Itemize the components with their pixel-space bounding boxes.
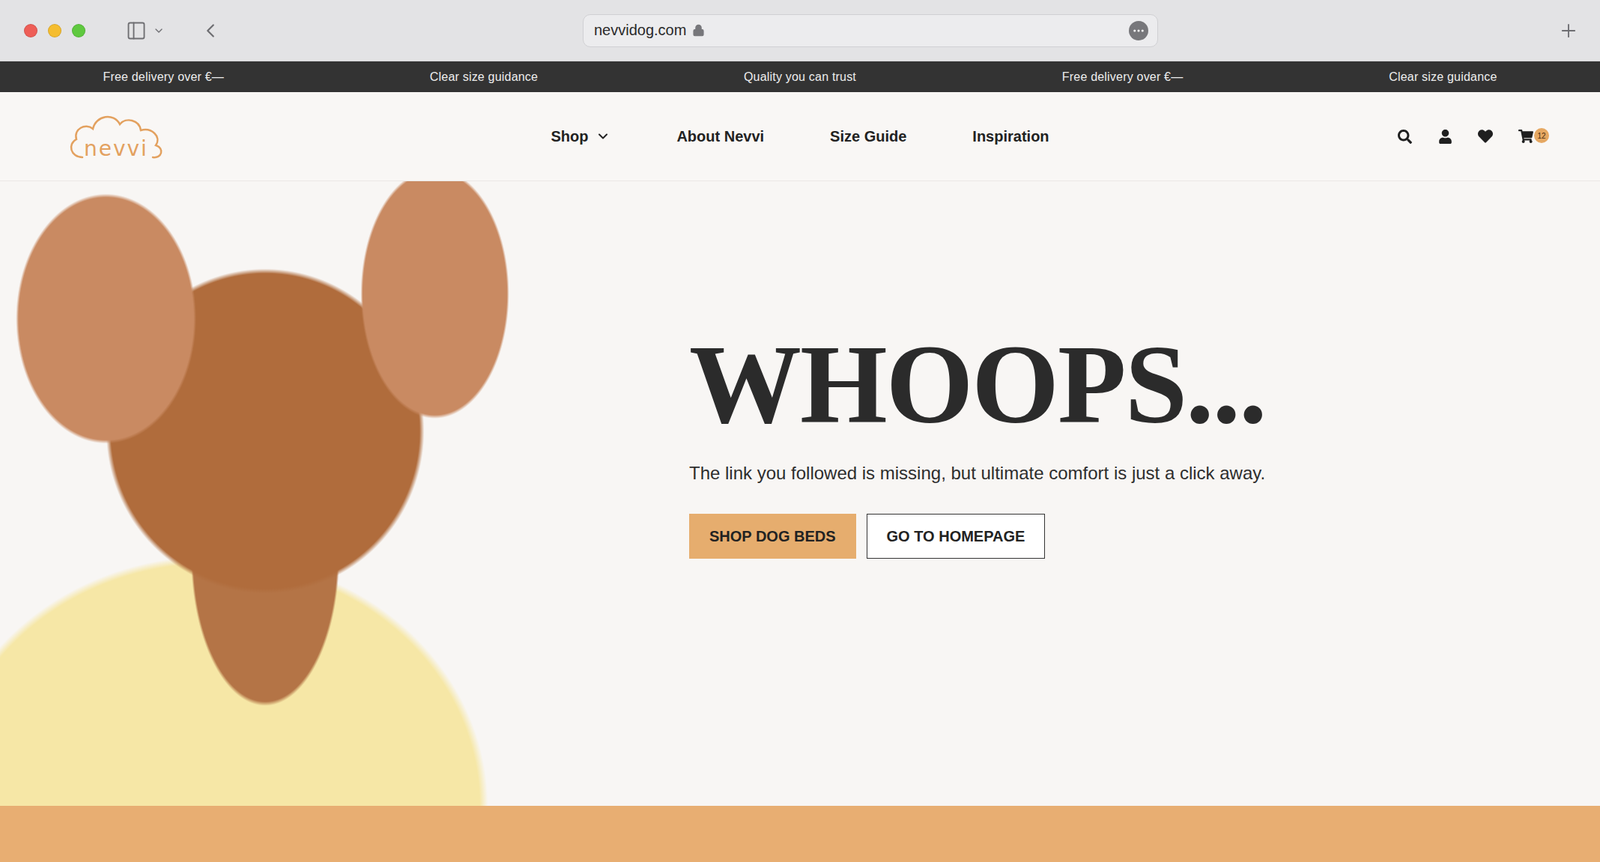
hero-buttons: SHOP DOG BEDSGO TO HOMEPAGE — [689, 513, 1045, 559]
nevvi-logo-icon: nevvi — [65, 109, 168, 164]
announcement-item: Clear size guidance — [429, 70, 538, 84]
toolbar-icons — [125, 19, 222, 42]
hero-title: WHOOPS... — [689, 328, 1266, 441]
hero-message: The link you followed is missing, but ul… — [689, 461, 1266, 486]
not-found-hero: WHOOPS... The link you followed is missin… — [0, 181, 1600, 806]
page-menu-button[interactable] — [1128, 20, 1149, 41]
heart-icon — [1477, 128, 1493, 144]
main-nav: Shop About Nevvi Size Guide Inspiration — [550, 128, 1049, 146]
search-icon — [1397, 129, 1412, 144]
browser-toolbar: nevvidog.com — [0, 0, 1600, 62]
svg-text:nevvi: nevvi — [83, 136, 149, 162]
site-header: nevvi Shop About Nevvi Size Guide Inspiratio… — [0, 92, 1600, 182]
dog-photo — [0, 181, 531, 806]
announcement-item: Quality you can trust — [743, 70, 857, 84]
toolbar-right — [1158, 20, 1600, 42]
new-tab-plus-icon[interactable] — [1558, 20, 1580, 42]
footer-band — [0, 805, 1600, 862]
nav-item[interactable]: Inspiration — [972, 128, 1049, 146]
cart-icon — [1518, 128, 1534, 144]
announcement-item: Clear size guidance — [1388, 70, 1497, 84]
browser-window: nevvidog.com Free delivery over €— Clear s… — [0, 0, 1600, 862]
sidebar-menu-chevron-icon[interactable] — [152, 24, 165, 37]
search-button[interactable] — [1396, 128, 1413, 145]
close-button[interactable] — [23, 23, 38, 38]
lock-icon — [692, 23, 705, 37]
header-actions: 12 — [1396, 128, 1535, 145]
nav-item[interactable]: Size Guide — [829, 128, 907, 146]
url-text: nevvidog.com — [594, 21, 687, 39]
address-bar[interactable]: nevvidog.com — [582, 14, 1159, 48]
dropdown-chevron-icon — [595, 128, 611, 144]
cart-button[interactable]: 12 — [1517, 128, 1535, 145]
minimize-button[interactable] — [47, 23, 62, 38]
nav-item[interactable]: Shop — [550, 128, 611, 146]
homepage-button[interactable]: GO TO HOMEPAGE — [866, 513, 1046, 559]
nav-item[interactable]: About Nevvi — [676, 128, 765, 146]
user-icon — [1438, 129, 1453, 144]
logo-link[interactable]: nevvi — [65, 109, 168, 164]
sidebar-icon[interactable] — [125, 20, 147, 42]
account-button[interactable] — [1436, 128, 1454, 145]
back-arrow-icon[interactable] — [199, 19, 222, 42]
zoom-button[interactable] — [71, 23, 86, 38]
hero-content: WHOOPS... The link you followed is missin… — [530, 181, 1266, 806]
window-controls — [0, 19, 583, 42]
shop-button[interactable]: SHOP DOG BEDS — [689, 513, 857, 559]
wishlist-button[interactable] — [1477, 128, 1494, 145]
announcement-item: Free delivery over €— — [1062, 70, 1184, 84]
cart-count-badge: 12 — [1534, 128, 1550, 144]
announcement-item: Free delivery over €— — [102, 70, 224, 84]
ellipsis-icon — [1131, 23, 1146, 38]
announcement-bar: Free delivery over €— Clear size guidance… — [0, 61, 1600, 93]
